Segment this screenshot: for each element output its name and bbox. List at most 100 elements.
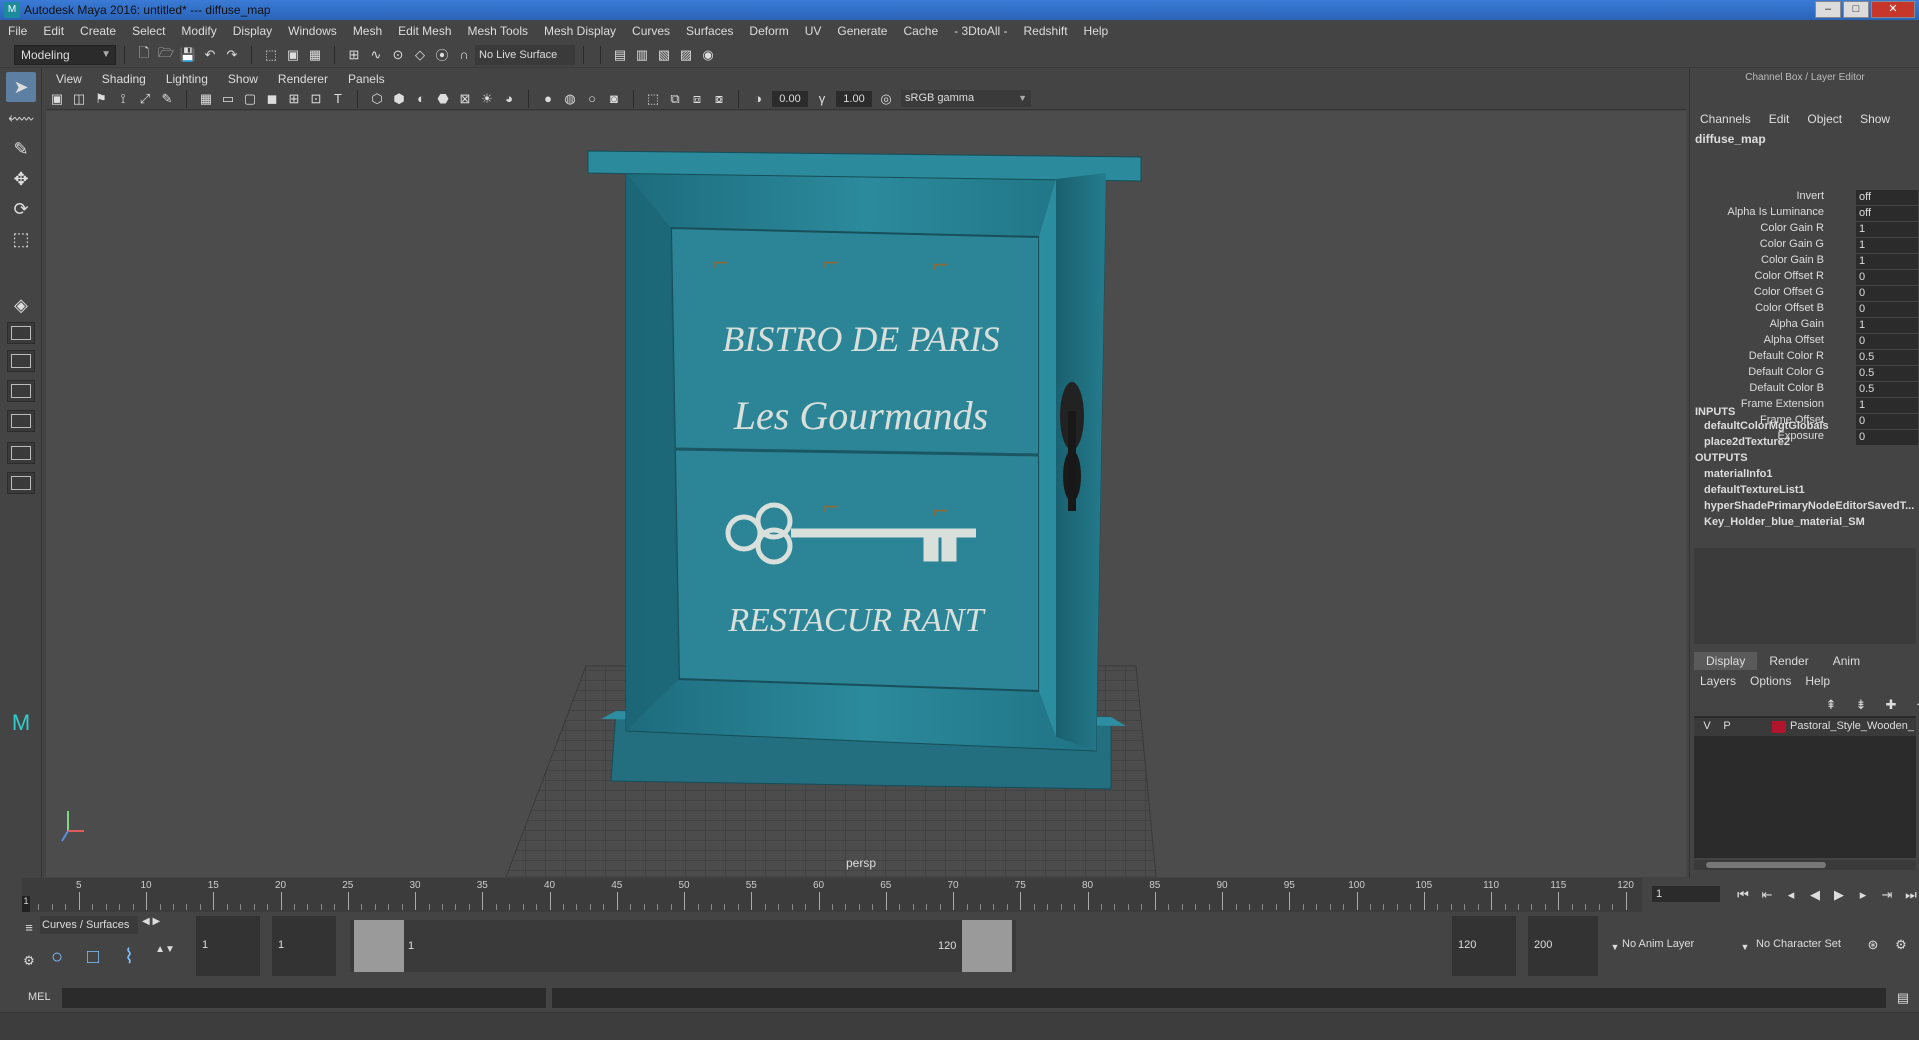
menu-mesh[interactable]: Mesh <box>345 24 390 38</box>
tab-anim[interactable]: Anim <box>1820 652 1873 670</box>
step-forward-key-icon[interactable]: ⇥ <box>1878 887 1896 903</box>
menu-windows[interactable]: Windows <box>280 24 345 38</box>
xray-icon[interactable]: ⧉ <box>666 90 684 108</box>
image-plane-icon[interactable]: ⟟ <box>114 90 132 108</box>
menu-edit[interactable]: Edit <box>35 24 72 38</box>
render-view-icon[interactable]: ▨ <box>677 46 695 64</box>
menu-help[interactable]: Help <box>1076 24 1117 38</box>
cb-menu-channels[interactable]: Channels <box>1700 112 1751 126</box>
persp-outliner-layout-button[interactable] <box>7 380 35 402</box>
attribute-label[interactable]: Alpha Is Luminance <box>1727 206 1824 218</box>
selected-node-name[interactable]: diffuse_map <box>1695 132 1766 146</box>
camera-attr-icon[interactable]: ◫ <box>70 90 88 108</box>
shadows-icon[interactable]: ◕ <box>500 90 518 108</box>
shelf-scroll-arrows[interactable]: ◀ ▶ <box>142 916 160 927</box>
attribute-row[interactable]: Color Offset G 0 <box>1690 286 1919 302</box>
hypershade-layout-button[interactable] <box>7 442 35 464</box>
isolate-select-icon[interactable]: ⬚ <box>644 90 662 108</box>
xray-active-icon[interactable]: ⧈ <box>688 90 706 108</box>
viewport-menu-renderer[interactable]: Renderer <box>268 72 338 86</box>
input-node[interactable]: place2dTexture2 <box>1704 436 1914 448</box>
bookmark-icon[interactable]: ⚑ <box>92 90 110 108</box>
gamma-field[interactable]: 1.00 <box>836 90 872 107</box>
select-by-hierarchy-icon[interactable]: ⬚ <box>262 46 280 64</box>
new-scene-icon[interactable]: 🗋 <box>135 45 153 64</box>
attribute-label[interactable]: Default Color R <box>1749 350 1824 362</box>
attribute-value[interactable]: 0 <box>1856 270 1918 285</box>
attribute-value[interactable]: 0.5 <box>1856 350 1918 365</box>
auto-key-icon[interactable]: ⊛ <box>1864 936 1882 954</box>
attribute-value[interactable]: 1 <box>1856 222 1918 237</box>
mel-label[interactable]: MEL <box>28 991 51 1003</box>
cb-menu-edit[interactable]: Edit <box>1769 112 1790 126</box>
use-all-lights-icon[interactable]: ☀ <box>478 90 496 108</box>
xray-joints-icon[interactable]: ⧇ <box>710 90 728 108</box>
depth-of-field-icon[interactable]: ◙ <box>605 90 623 108</box>
select-by-object-icon[interactable]: ▣ <box>284 46 302 64</box>
attribute-value[interactable]: 0.5 <box>1856 366 1918 381</box>
attribute-label[interactable]: Color Offset G <box>1754 286 1824 298</box>
attribute-row[interactable]: Color Offset R 0 <box>1690 270 1919 286</box>
attribute-value[interactable]: 1 <box>1856 254 1918 269</box>
scrollbar-thumb[interactable] <box>1706 862 1826 868</box>
render-frame-icon[interactable]: ▥ <box>633 46 651 64</box>
attribute-row[interactable]: Alpha Offset 0 <box>1690 334 1919 350</box>
attribute-row[interactable]: Default Color B 0.5 <box>1690 382 1919 398</box>
attribute-value[interactable]: 0 <box>1856 286 1918 301</box>
film-gate-icon[interactable]: ▭ <box>219 90 237 108</box>
layer-playback-toggle[interactable]: P <box>1720 720 1734 732</box>
mel-input-field[interactable] <box>62 988 546 1008</box>
animation-end-field[interactable]: 200 <box>1528 916 1598 976</box>
wireframe-on-shaded-icon[interactable]: ⬣ <box>434 90 452 108</box>
attribute-label[interactable]: Frame Extension <box>1741 398 1824 410</box>
persp-graph-layout-button[interactable] <box>7 410 35 432</box>
time-slider-track[interactable]: 5 10 15 20 25 30 35 40 45 50 55 60 65 70 75 80 85 90 95 100… <box>22 878 1642 912</box>
viewport-menu-view[interactable]: View <box>46 72 92 86</box>
menu-deform[interactable]: Deform <box>741 24 796 38</box>
select-tool-icon[interactable]: ➤ <box>6 72 36 102</box>
menu-redshift[interactable]: Redshift <box>1016 24 1076 38</box>
attribute-label[interactable]: Color Offset R <box>1755 270 1825 282</box>
attribute-value[interactable]: 1 <box>1856 318 1918 333</box>
snap-view-plane-icon[interactable]: ◇ <box>411 46 429 64</box>
redo-icon[interactable]: ↷ <box>223 46 241 64</box>
shelf-updown-icon[interactable]: ▲▼ <box>155 940 175 958</box>
layer-scrollbar[interactable] <box>1694 860 1916 870</box>
move-layer-up-icon[interactable]: ⇞ <box>1822 696 1840 714</box>
attribute-value[interactable]: 1 <box>1856 238 1918 253</box>
viewport-menu-panels[interactable]: Panels <box>338 72 395 86</box>
move-layer-down-icon[interactable]: ⇟ <box>1852 696 1870 714</box>
menu-modify[interactable]: Modify <box>173 24 224 38</box>
safe-title-icon[interactable]: T <box>329 90 347 108</box>
tab-display[interactable]: Display <box>1694 652 1758 670</box>
menu-display[interactable]: Display <box>225 24 280 38</box>
cv-curve-icon[interactable]: ⌇ <box>116 944 142 970</box>
script-editor-icon[interactable]: ▤ <box>1894 989 1912 1007</box>
shelf-settings-icon[interactable]: ⚙ <box>20 952 38 970</box>
output-node[interactable]: hyperShadePrimaryNodeEditorSavedT... <box>1704 500 1914 512</box>
attribute-label[interactable]: Default Color B <box>1749 382 1824 394</box>
menu-set-dropdown[interactable]: Modeling ▼ <box>14 44 116 65</box>
shelf-tab-curves-surfaces[interactable]: Curves / Surfaces <box>40 916 138 934</box>
smooth-shade-icon[interactable]: ⬢ <box>390 90 408 108</box>
scale-tool-icon[interactable]: ⬚ <box>6 224 36 254</box>
textured-icon[interactable]: ⊠ <box>456 90 474 108</box>
attribute-value[interactable]: off <box>1856 206 1918 221</box>
output-node[interactable]: Key_Holder_blue_material_SM <box>1704 516 1914 528</box>
menu-file[interactable]: File <box>0 24 35 38</box>
step-back-frame-icon[interactable]: ◂ <box>1782 887 1800 903</box>
view-transform-dropdown[interactable]: sRGB gamma ▼ <box>901 90 1031 107</box>
menu-mesh-display[interactable]: Mesh Display <box>536 24 624 38</box>
save-scene-icon[interactable]: 💾 <box>179 46 197 64</box>
nurbs-square-icon[interactable]: □ <box>80 944 106 970</box>
attribute-value[interactable]: 0.5 <box>1856 382 1918 397</box>
snap-point-icon[interactable]: ⊙ <box>389 46 407 64</box>
play-backward-icon[interactable]: ◀ <box>1806 887 1824 903</box>
menu-edit-mesh[interactable]: Edit Mesh <box>390 24 459 38</box>
attribute-row[interactable]: Alpha Gain 1 <box>1690 318 1919 334</box>
close-button[interactable]: ✕ <box>1871 1 1915 18</box>
uv-editor-layout-button[interactable] <box>7 472 35 494</box>
attribute-label[interactable]: Alpha Gain <box>1770 318 1824 330</box>
attribute-label[interactable]: Color Gain R <box>1760 222 1824 234</box>
viewport-menu-show[interactable]: Show <box>218 72 268 86</box>
